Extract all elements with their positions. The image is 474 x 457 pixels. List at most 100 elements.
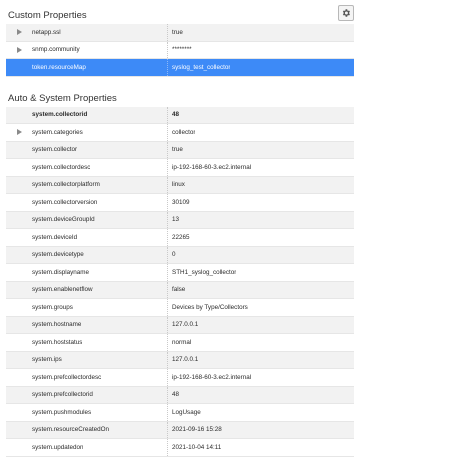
custom-properties-header: Custom Properties [6,0,354,24]
property-row[interactable]: system.prefcollectordesc ip-192-168-60-3.… [6,369,354,387]
property-key: system.resourceCreatedOn [32,426,109,434]
property-row[interactable]: system.updatedon 2021-10-04 14:11 [6,439,354,457]
property-value: linux [172,181,185,189]
property-key-cell: system.hoststatus [6,334,168,351]
property-key: snmp.community [32,46,80,54]
property-key: system.collectorplatform [32,181,100,189]
property-key-cell: system.collectorid [6,106,168,123]
expand-toggle[interactable] [6,46,32,53]
properties-panel: Custom Properties netapp.ssl true snmp.com… [6,0,354,457]
property-row[interactable]: system.deviceId 22265 [6,229,354,247]
property-value: 30109 [172,198,190,206]
triangle-right-icon [16,46,22,53]
property-key-cell: system.pushmodules [6,404,168,421]
property-value: 22265 [172,233,190,241]
property-key: system.devicetype [32,251,84,259]
property-key-cell: system.deviceId [6,229,168,246]
property-key: system.enablenetflow [32,286,93,294]
property-value: ip-192-168-60-3.ec2.internal [172,163,252,171]
property-row[interactable]: system.categories collector [6,124,354,142]
property-key-cell: system.collectordesc [6,159,168,176]
property-key: system.categories [32,128,83,136]
property-key: system.ips [32,356,62,364]
property-key: system.updatedon [32,443,84,451]
property-key-cell: token.resourceMap [6,59,168,76]
property-value: collector [172,128,196,136]
expand-toggle[interactable] [6,129,32,136]
triangle-right-icon [16,129,22,136]
property-row[interactable]: system.hoststatus normal [6,334,354,352]
property-row[interactable]: system.hostname 127.0.0.1 [6,316,354,334]
system-properties-table: system.collectorid 48 system.categories col… [6,106,354,457]
expand-toggle[interactable] [6,29,32,36]
property-key-cell: system.ips [6,351,168,368]
property-key-cell: system.updatedon [6,439,168,456]
property-key-cell: system.devicetype [6,246,168,263]
property-key: system.collectordesc [32,163,91,171]
settings-button[interactable] [338,5,354,21]
property-key: system.hostname [32,321,82,329]
property-key: system.collectorid [32,111,88,119]
property-value: ip-192-168-60-3.ec2.internal [172,373,252,381]
property-key: system.collectorversion [32,198,98,206]
property-row[interactable]: system.devicetype 0 [6,246,354,264]
property-key-cell: system.enablenetflow [6,281,168,298]
property-key: system.groups [32,303,73,311]
property-key-cell: system.categories [6,124,168,141]
property-value: false [172,286,186,294]
property-row[interactable]: system.collectorplatform linux [6,176,354,194]
property-row[interactable]: netapp.ssl true [6,24,354,42]
property-row[interactable]: token.resourceMap syslog_test_collector [6,59,354,77]
property-key-cell: system.collector [6,141,168,158]
property-value: 2021-09-16 15:28 [172,426,222,434]
custom-properties-table: netapp.ssl true snmp.community ******** toke… [6,24,354,77]
property-key: system.displayname [32,268,90,276]
property-row[interactable]: snmp.community ******** [6,41,354,59]
property-row[interactable]: system.collectorversion 30109 [6,194,354,212]
property-key: system.pushmodules [32,408,92,416]
property-key-cell: system.deviceGroupId [6,211,168,228]
property-value: syslog_test_collector [172,63,231,71]
property-value: true [172,28,183,36]
property-value: 13 [172,216,180,224]
property-value: ******** [172,46,192,54]
custom-properties-title: Custom Properties [8,10,87,21]
property-row[interactable]: system.collector true [6,141,354,159]
property-key: system.deviceGroupId [32,216,95,224]
system-properties-header: Auto & System Properties [6,83,354,107]
property-row[interactable]: system.pushmodules LogUsage [6,404,354,422]
property-value: 48 [172,391,180,399]
property-key-cell: system.prefcollectordesc [6,369,168,386]
property-row[interactable]: system.groups Devices by Type/Collectors [6,299,354,317]
property-row[interactable]: system.resourceCreatedOn 2021-09-16 15:28 [6,421,354,439]
gear-icon [341,8,351,18]
property-value: 48 [172,111,180,119]
property-row[interactable]: system.prefcollectorid 48 [6,386,354,404]
property-key-cell: netapp.ssl [6,24,168,41]
property-key: token.resourceMap [32,63,86,71]
property-key-cell: system.collectorplatform [6,176,168,193]
property-value: 0 [172,251,176,259]
property-value: Devices by Type/Collectors [172,303,248,311]
property-value: 127.0.0.1 [172,321,199,329]
property-key: system.prefcollectordesc [32,373,102,381]
property-key: system.collector [32,146,78,154]
property-row[interactable]: system.collectordesc ip-192-168-60-3.ec2.… [6,159,354,177]
property-key-cell: system.groups [6,299,168,316]
property-key-cell: system.resourceCreatedOn [6,421,168,438]
property-row[interactable]: system.enablenetflow false [6,281,354,299]
property-key: system.prefcollectorid [32,391,93,399]
property-row[interactable]: system.ips 127.0.0.1 [6,351,354,369]
property-value: LogUsage [172,408,201,416]
property-value: 2021-10-04 14:11 [172,443,222,451]
property-key-cell: system.displayname [6,264,168,281]
property-row[interactable]: system.displayname STH1_syslog_collector [6,264,354,282]
triangle-right-icon [16,29,22,36]
property-key-cell: system.hostname [6,316,168,333]
property-row[interactable]: system.deviceGroupId 13 [6,211,354,229]
property-row[interactable]: system.collectorid 48 [6,106,354,124]
property-key-cell: system.prefcollectorid [6,386,168,403]
property-value: STH1_syslog_collector [172,268,237,276]
property-value: 127.0.0.1 [172,356,199,364]
system-properties-title: Auto & System Properties [8,92,117,104]
